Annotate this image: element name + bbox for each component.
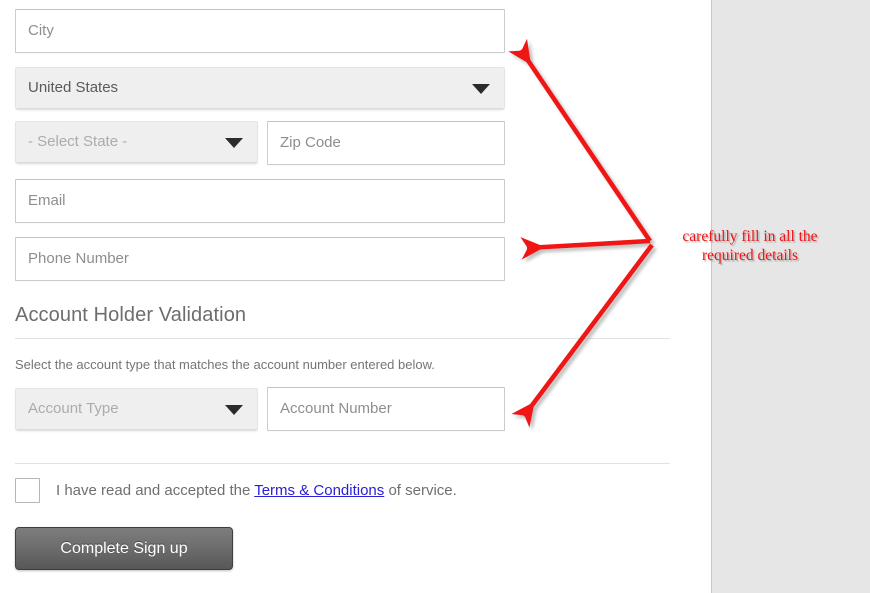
signup-form-screenshot: City United States - Select State - Zip … <box>0 0 870 593</box>
account-type-select-value: Account Type <box>28 400 119 417</box>
annotation-caption-line-1: carefully fill in all the <box>682 228 818 245</box>
chevron-down-icon <box>472 84 490 94</box>
zip-code-input[interactable]: Zip Code <box>267 121 505 165</box>
state-select[interactable]: - Select State - <box>15 121 258 163</box>
country-select-value: United States <box>28 79 119 96</box>
country-select[interactable]: United States <box>15 67 505 109</box>
annotation-caption-line-2: required details <box>702 247 798 264</box>
terms-text-after: of service. <box>384 482 457 499</box>
phone-number-input[interactable]: Phone Number <box>15 237 505 281</box>
account-number-input[interactable]: Account Number <box>267 387 505 431</box>
terms-text-before: I have read and accepted the <box>56 482 255 499</box>
account-type-select[interactable]: Account Type <box>15 388 258 430</box>
email-input[interactable]: Email <box>15 179 505 223</box>
section-title: Account Holder Validation <box>15 304 247 326</box>
complete-sign-up-button[interactable]: Complete Sign up <box>15 527 233 570</box>
section-divider <box>15 338 670 339</box>
annotation-caption: carefully fill in all the required detai… <box>655 227 845 265</box>
signup-form: City United States - Select State - Zip … <box>0 0 711 593</box>
terms-label: I have read and accepted the Terms & Con… <box>56 482 457 499</box>
right-side-panel <box>711 0 870 593</box>
state-select-value: - Select State - <box>28 133 128 150</box>
terms-divider <box>15 463 670 464</box>
city-input[interactable]: City <box>15 9 505 53</box>
terms-checkbox[interactable] <box>15 478 40 503</box>
chevron-down-icon <box>225 405 243 415</box>
terms-and-conditions-link[interactable]: Terms & Conditions <box>254 482 384 499</box>
chevron-down-icon <box>225 138 243 148</box>
section-description: Select the account type that matches the… <box>15 357 435 372</box>
terms-row: I have read and accepted the Terms & Con… <box>15 478 457 503</box>
